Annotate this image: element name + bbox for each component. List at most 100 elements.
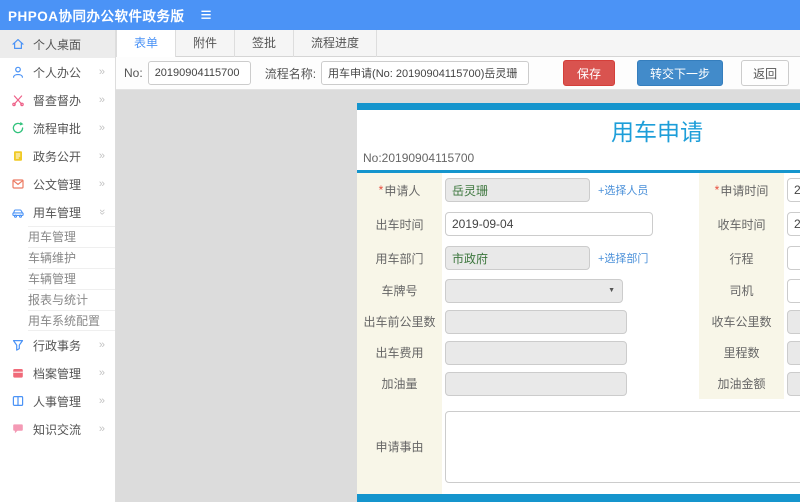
chevron-right-icon: » [98, 66, 105, 78]
return-km-input[interactable] [787, 309, 800, 334]
sidebar-item-label: 知识交流 [33, 422, 82, 437]
sidebar-subitem-reports-statistics[interactable]: 报表与统计 [28, 289, 115, 310]
panel-top-accent [357, 103, 800, 110]
forward-next-step-button[interactable]: 转交下一步 [637, 60, 724, 86]
form-grid: *申请人 +选择人员 出车时间 用车部门 + [357, 173, 800, 494]
folder-icon [11, 366, 26, 381]
form-panel: 用车申请 No:20190904115700 *申请人 +选择人员 出车时间 [357, 103, 800, 502]
flow-name-label: 流程名称: [264, 66, 317, 81]
required-asterisk: * [714, 183, 720, 197]
sidebar-item-label: 个人办公 [33, 65, 82, 80]
form-row-pre-departure-km: 出车前公里数 [357, 306, 699, 337]
field-label: 出车时间 [375, 217, 424, 232]
field-label: 里程数 [723, 346, 760, 360]
sidebar-item-label: 政务公开 [33, 149, 82, 164]
sidebar-item-workflow-approval[interactable]: 流程审批 » [0, 114, 115, 142]
chevron-right-icon: » [98, 94, 105, 106]
field-label: 申请事由 [375, 440, 424, 454]
pre-departure-km-input[interactable] [445, 309, 627, 334]
flow-no-input[interactable] [147, 61, 251, 85]
save-button[interactable]: 保存 [563, 60, 616, 86]
sidebar-item-administrative-affairs[interactable]: 行政事务 » [0, 331, 115, 359]
sidebar-item-label: 用车管理 [33, 205, 82, 220]
chevron-right-icon: » [98, 395, 105, 407]
sidebar-item-personal-desktop[interactable]: 个人桌面 [0, 30, 115, 58]
sidebar-item-personal-office[interactable]: 个人办公 » [0, 58, 115, 86]
field-label: 出车前公里数 [363, 315, 436, 329]
sidebar-item-public-disclosure[interactable]: 政务公开 » [0, 142, 115, 170]
sidebar-subitem-vehicle-system-config[interactable]: 用车系统配置 [28, 310, 115, 331]
field-label: 加油金额 [717, 377, 766, 391]
sidebar-item-label: 公文管理 [33, 177, 82, 192]
sidebar-subitem-vehicle-management[interactable]: 用车管理 [28, 226, 115, 247]
select-person-link[interactable]: +选择人员 [598, 182, 648, 198]
chevron-right-icon: » [98, 367, 105, 379]
sidebar-subitem-vehicle-maintenance[interactable]: 车辆维护 [28, 247, 115, 268]
sidebar-item-knowledge-exchange[interactable]: 知识交流 » [0, 415, 115, 443]
select-department-link[interactable]: +选择部门 [598, 250, 648, 266]
main-content: 表单 附件 签批 流程进度 No: 流程名称: 保存 转交下一步 返回 用车申请… [116, 30, 800, 502]
home-icon [11, 37, 26, 52]
sidebar-item-official-documents[interactable]: 公文管理 » [0, 170, 115, 198]
field-label: 车牌号 [381, 284, 418, 298]
form-row-itinerary: 行程 [699, 241, 800, 275]
tab-form[interactable]: 表单 [116, 30, 177, 57]
sidebar-item-label: 督查督办 [33, 93, 82, 108]
field-label: 收车时间 [717, 217, 766, 232]
no-label: No: [124, 66, 143, 80]
return-time-input[interactable] [787, 212, 800, 236]
tab-attachments[interactable]: 附件 [176, 30, 236, 57]
flow-name-input[interactable] [321, 61, 530, 85]
field-label: 收车公里数 [711, 315, 772, 329]
fuel-cost-input[interactable] [787, 371, 800, 396]
form-row-plate-number: 车牌号 ▼ [357, 275, 699, 306]
chevron-down-icon: » [95, 208, 108, 216]
form-row-mileage: 里程数 [699, 337, 800, 368]
sidebar-item-vehicle-management[interactable]: 用车管理 » [0, 198, 115, 226]
funnel-icon [11, 338, 26, 353]
flow-toolbar: No: 流程名称: 保存 转交下一步 返回 [116, 57, 800, 90]
apply-time-input[interactable] [787, 178, 800, 202]
caret-down-icon: ▼ [608, 287, 615, 294]
user-icon [11, 65, 26, 80]
panel-bottom-accent [357, 494, 800, 502]
sidebar-item-archive-management[interactable]: 档案管理 » [0, 359, 115, 387]
sidebar-submenu-vehicle: 用车管理 车辆维护 车辆管理 报表与统计 用车系统配置 [0, 226, 115, 331]
form-row-application-reason: 申请事由 [357, 399, 800, 494]
sidebar-item-label: 行政事务 [33, 338, 82, 353]
sidebar-item-label: 流程审批 [33, 121, 82, 136]
form-no-text: No:20190904115700 [363, 151, 475, 165]
form-row-trip-cost: 出车费用 [357, 337, 699, 368]
chevron-right-icon: » [98, 423, 105, 435]
chevron-right-icon: » [98, 178, 105, 190]
menu-icon[interactable]: ≡ [201, 6, 212, 25]
itinerary-input[interactable] [787, 246, 800, 270]
departure-time-input[interactable] [445, 212, 653, 236]
scissors-icon [11, 93, 26, 108]
plate-number-select[interactable]: ▼ [445, 278, 623, 303]
envelope-icon [11, 177, 26, 192]
form-row-applicant: *申请人 +选择人员 [357, 173, 699, 207]
tab-bar: 表单 附件 签批 流程进度 [116, 30, 800, 57]
fuel-amount-input[interactable] [445, 371, 627, 396]
driver-input[interactable] [787, 278, 800, 303]
trip-cost-input[interactable] [445, 340, 627, 365]
form-row-driver: 司机 [699, 275, 800, 306]
field-label: 司机 [729, 284, 754, 298]
sidebar-item-label: 人事管理 [33, 394, 82, 409]
sidebar-subitem-fleet-management[interactable]: 车辆管理 [28, 268, 115, 289]
department-input[interactable] [445, 246, 590, 270]
applicant-input[interactable] [445, 178, 590, 202]
sidebar: 个人桌面 个人办公 » 督查督办 » 流程审批 » 政务公开 » 公文管理 » [0, 30, 116, 502]
sidebar-item-supervision[interactable]: 督查督办 » [0, 86, 115, 114]
sidebar-item-hr-management[interactable]: 人事管理 » [0, 387, 115, 415]
required-asterisk: * [378, 183, 384, 197]
form-row-fuel-amount: 加油量 [357, 368, 699, 399]
sync-icon [11, 121, 26, 136]
tab-process-progress[interactable]: 流程进度 [294, 30, 378, 57]
tab-sign-approval[interactable]: 签批 [235, 30, 295, 57]
field-label: 用车部门 [375, 251, 424, 266]
back-button[interactable]: 返回 [741, 60, 790, 86]
chevron-right-icon: » [98, 339, 105, 351]
mileage-input[interactable] [787, 340, 800, 365]
